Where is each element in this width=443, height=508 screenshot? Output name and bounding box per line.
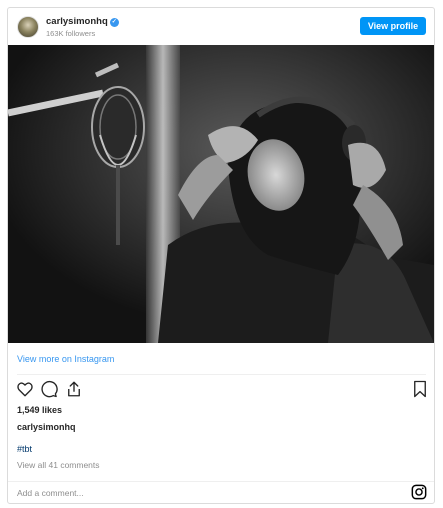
instagram-icon[interactable] (411, 484, 427, 500)
hashtag-link[interactable]: #tbt (17, 444, 32, 454)
follower-count: 163K followers (46, 29, 96, 38)
bookmark-icon[interactable] (412, 380, 428, 398)
post-header: carlysimonhq ✓ 163K followers View profil… (8, 8, 434, 46)
verified-badge-icon: ✓ (109, 18, 119, 27)
post-photo[interactable] (8, 45, 434, 343)
username-row[interactable]: carlysimonhq ✓ (46, 16, 119, 27)
like-count[interactable]: 1,549 likes (17, 405, 62, 415)
caption-username[interactable]: carlysimonhq (17, 422, 76, 432)
username[interactable]: carlysimonhq (46, 16, 108, 27)
divider (17, 374, 426, 375)
share-icon[interactable] (65, 380, 83, 398)
comment-icon[interactable] (40, 380, 58, 398)
comment-input[interactable] (17, 484, 397, 502)
view-profile-button[interactable]: View profile (360, 17, 426, 35)
heart-icon[interactable] (16, 380, 34, 398)
instagram-embed: carlysimonhq ✓ 163K followers View profil… (7, 7, 435, 504)
view-more-link[interactable]: View more on Instagram (17, 354, 114, 364)
avatar[interactable] (17, 16, 39, 38)
divider (8, 481, 434, 482)
view-comments-link[interactable]: View all 41 comments (17, 460, 100, 470)
